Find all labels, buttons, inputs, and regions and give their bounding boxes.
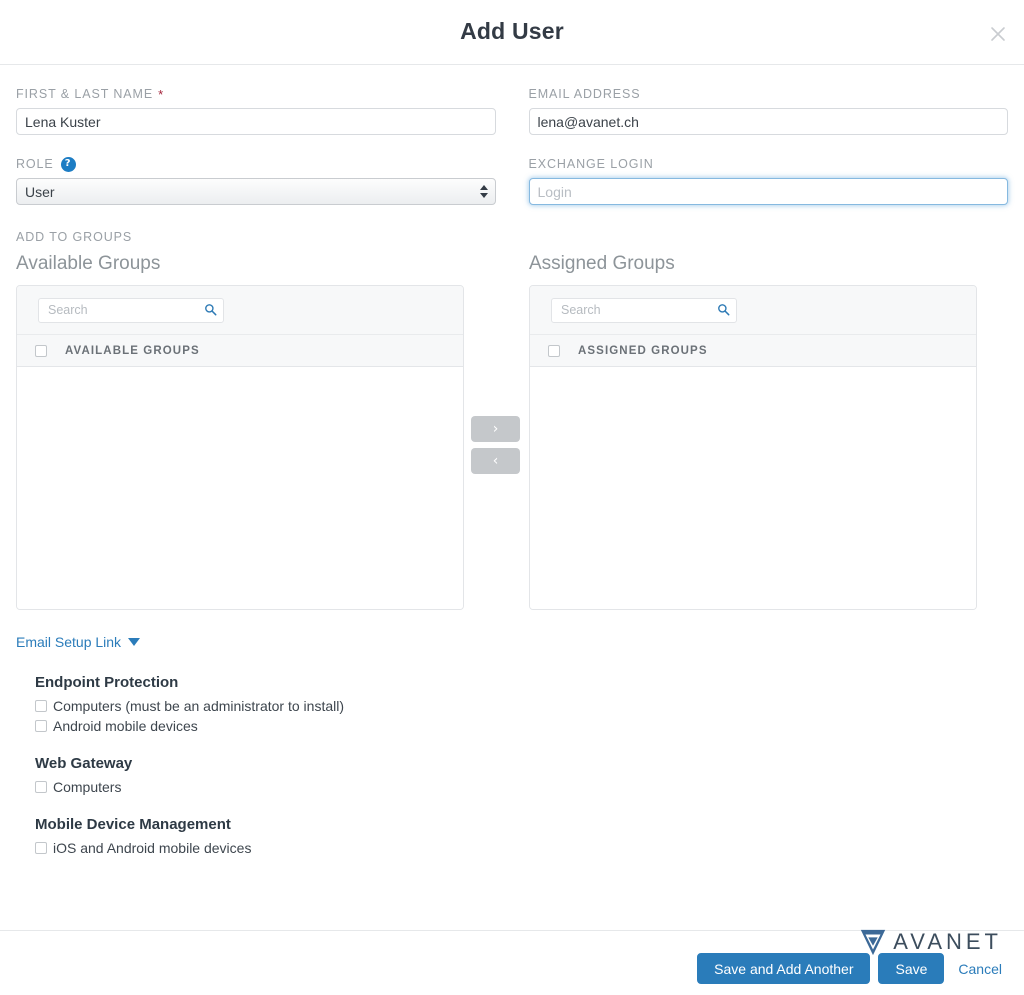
checkbox-label[interactable]: iOS and Android mobile devices	[53, 840, 251, 856]
assigned-column-header: ASSIGNED GROUPS	[578, 345, 708, 357]
cancel-button[interactable]: Cancel	[952, 961, 1008, 977]
checkbox-row[interactable]: Computers (must be an administrator to i…	[35, 698, 1008, 714]
role-label: ROLE ?	[16, 156, 496, 172]
endpoint-protection-section: Endpoint Protection Computers (must be a…	[35, 674, 1008, 856]
modal-header: Add User	[0, 0, 1024, 65]
name-input[interactable]	[16, 108, 496, 135]
web-gateway-computers-checkbox[interactable]	[35, 781, 47, 793]
exchange-login-label: EXCHANGE LOGIN	[529, 156, 1009, 172]
page-title: Add User	[0, 18, 1024, 45]
close-icon[interactable]	[986, 22, 1010, 46]
assigned-select-all-cell	[530, 345, 578, 357]
available-groups-side: Available Groups	[16, 253, 464, 610]
role-select-wrap: User	[16, 178, 496, 205]
modal-body: FIRST & LAST NAME * EMAIL ADDRESS ROLE ?…	[0, 65, 1024, 856]
required-marker: *	[158, 88, 164, 101]
save-button[interactable]: Save	[878, 953, 944, 984]
exchange-login-label-text: EXCHANGE LOGIN	[529, 157, 654, 171]
checkbox-row[interactable]: iOS and Android mobile devices	[35, 840, 1008, 856]
modal-footer: Save and Add Another Save Cancel	[0, 930, 1024, 995]
available-groups-panel: AVAILABLE GROUPS	[16, 285, 464, 610]
exchange-login-input[interactable]	[529, 178, 1009, 205]
field-group-role: ROLE ? User	[16, 135, 496, 205]
mdm-ios-android-checkbox[interactable]	[35, 842, 47, 854]
available-select-all-checkbox[interactable]	[35, 345, 47, 357]
assigned-column-header-row: ASSIGNED GROUPS	[530, 335, 976, 367]
form-row-role: ROLE ? User EXCHANGE LOGIN	[16, 135, 1008, 205]
available-groups-heading: Available Groups	[16, 253, 464, 275]
assigned-search-input[interactable]	[551, 298, 737, 323]
section-heading: Web Gateway	[35, 755, 1008, 772]
field-group-exchange-login: EXCHANGE LOGIN	[529, 135, 1009, 205]
assigned-groups-panel: ASSIGNED GROUPS	[529, 285, 977, 610]
email-setup-link-label: Email Setup Link	[16, 634, 121, 650]
endpoint-android-checkbox[interactable]	[35, 720, 47, 732]
footer-actions: Save and Add Another Save Cancel	[697, 953, 1008, 984]
assigned-groups-rows[interactable]	[530, 367, 976, 609]
field-group-email: EMAIL ADDRESS	[529, 65, 1009, 135]
assigned-search-bar	[530, 286, 976, 335]
role-select[interactable]: User	[16, 178, 496, 205]
available-search-input[interactable]	[38, 298, 224, 323]
available-select-all-cell	[17, 345, 65, 357]
checkbox-row[interactable]: Android mobile devices	[35, 718, 1008, 734]
chevron-down-icon	[128, 638, 140, 646]
assigned-groups-side: Assigned Groups	[529, 253, 977, 610]
assigned-groups-heading: Assigned Groups	[529, 253, 977, 275]
available-groups-rows[interactable]	[17, 367, 463, 609]
available-search-box	[38, 298, 224, 323]
email-setup-link[interactable]: Email Setup Link	[16, 634, 140, 650]
checkbox-label[interactable]: Computers (must be an administrator to i…	[53, 698, 344, 714]
name-label: FIRST & LAST NAME *	[16, 86, 496, 102]
available-search-bar	[17, 286, 463, 335]
section-heading: Mobile Device Management	[35, 816, 1008, 833]
email-label: EMAIL ADDRESS	[529, 86, 1009, 102]
dual-list-picker: Available Groups	[16, 253, 1008, 610]
save-and-add-another-button[interactable]: Save and Add Another	[697, 953, 870, 984]
section-heading: Endpoint Protection	[35, 674, 1008, 691]
assigned-select-all-checkbox[interactable]	[548, 345, 560, 357]
role-label-text: ROLE	[16, 157, 54, 171]
field-group-name: FIRST & LAST NAME *	[16, 65, 496, 135]
move-to-available-button[interactable]: ‹	[471, 448, 520, 474]
name-label-text: FIRST & LAST NAME	[16, 87, 153, 101]
available-column-header: AVAILABLE GROUPS	[65, 345, 200, 357]
add-to-groups-label: ADD TO GROUPS	[16, 230, 1008, 244]
form-row-identity: FIRST & LAST NAME * EMAIL ADDRESS	[16, 65, 1008, 135]
email-label-text: EMAIL ADDRESS	[529, 87, 641, 101]
checkbox-row[interactable]: Computers	[35, 779, 1008, 795]
available-column-header-row: AVAILABLE GROUPS	[17, 335, 463, 367]
help-icon[interactable]: ?	[61, 157, 76, 172]
endpoint-computers-checkbox[interactable]	[35, 700, 47, 712]
assigned-search-box	[551, 298, 737, 323]
move-to-assigned-button[interactable]: ›	[471, 416, 520, 442]
checkbox-label[interactable]: Computers	[53, 779, 121, 795]
checkbox-label[interactable]: Android mobile devices	[53, 718, 198, 734]
transfer-controls: › ‹	[464, 253, 527, 474]
email-input[interactable]	[529, 108, 1009, 135]
